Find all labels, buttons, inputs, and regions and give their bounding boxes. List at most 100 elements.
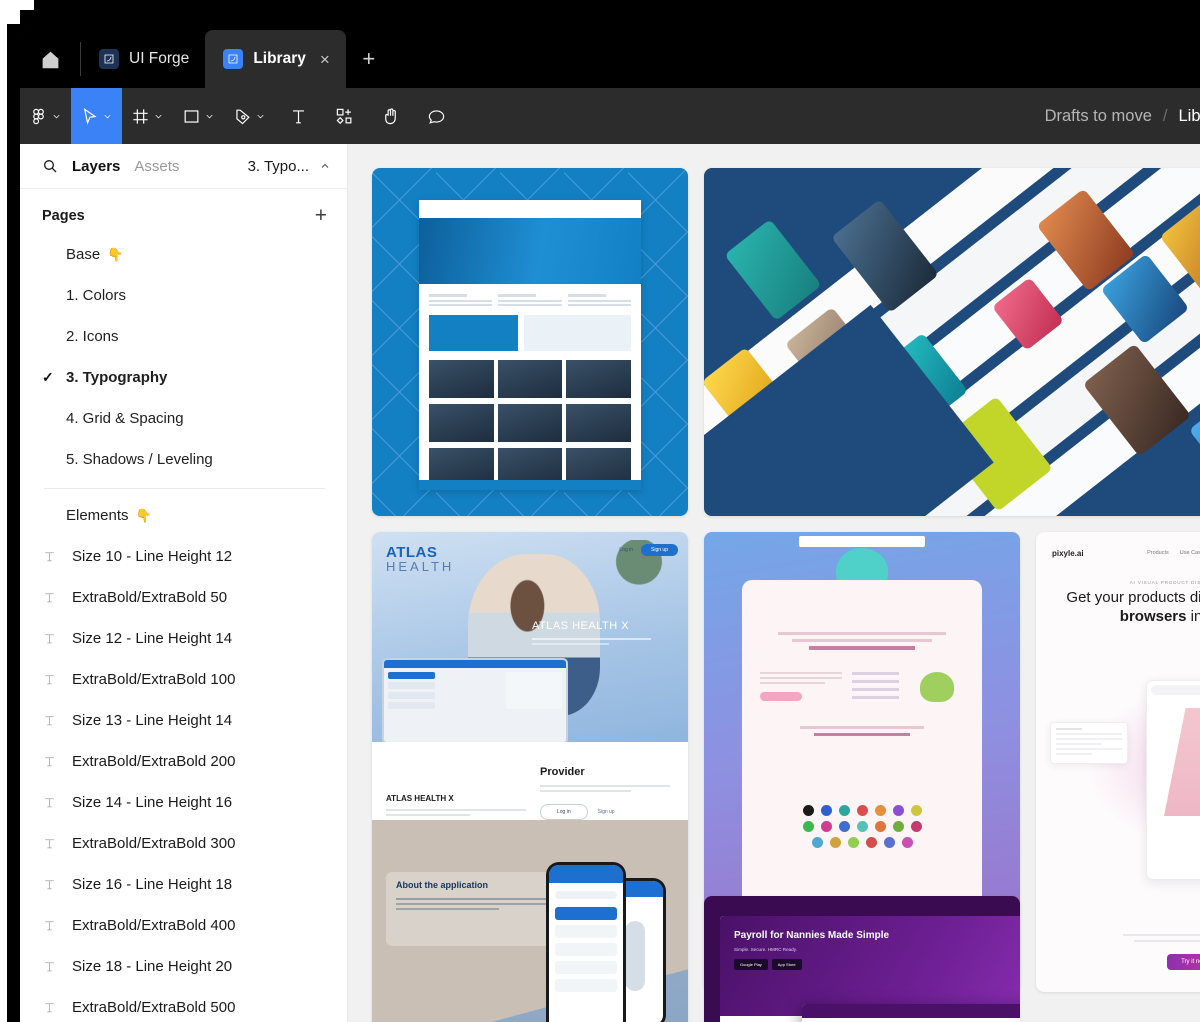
atlas-logo: ATLAS HEALTH [386,544,454,574]
canvas[interactable]: ATLAS HEALTH Log in Sign up ATLAS HEALTH… [348,144,1200,1022]
left-panel: Layers Assets 3. Typo... Pages + Base 👇 [20,144,348,1022]
text-tool-button[interactable] [275,88,321,144]
page-item-base[interactable]: Base 👇 [20,234,347,275]
layer-label: Size 12 - Line Height 14 [72,630,233,647]
tab-ui-forge[interactable]: UI Forge [81,30,206,88]
menu-button[interactable] [20,88,71,144]
home-button[interactable] [20,30,80,88]
nav-links[interactable]: Products Use Cases Resources Company [1147,550,1200,556]
headline-line-1: Get your products discovered and turn [1066,589,1200,606]
close-icon[interactable]: × [320,51,330,68]
tab-library[interactable]: Library × [205,30,346,88]
provider-login-button[interactable]: Log in [540,804,588,820]
login-link[interactable]: Log in [619,547,633,553]
page-selector-label: 3. Typo... [247,157,309,175]
breadcrumb-current[interactable]: Libr [1178,107,1200,126]
layer-row[interactable]: ExtraBold/ExtraBold 50 [20,577,347,618]
shape-rectangle-icon [184,109,199,123]
layer-label: Size 10 - Line Height 12 [72,548,233,565]
about-card: About the application [386,872,558,946]
layer-row[interactable]: ExtraBold/ExtraBold 500 [20,987,347,1022]
layer-label: ExtraBold/ExtraBold 500 [72,999,236,1016]
comment-tool-button[interactable] [413,88,459,144]
pen-tool-button[interactable] [224,88,275,144]
components-icon [336,108,351,124]
pixyle-footer: Try it now [1036,934,1200,970]
chevron-down-icon [53,114,60,118]
components-tool-button[interactable] [321,88,367,144]
text-layer-icon [42,550,56,563]
page-item-elements[interactable]: Elements 👇 [20,495,347,536]
google-play-badge[interactable]: Google Play [734,958,768,970]
point-down-emoji: 👇 [107,246,124,262]
thumbnail-mobile-screens-collage[interactable] [704,168,1200,516]
layers-list[interactable]: Size 10 - Line Height 12 ExtraBold/ExtraB… [20,536,347,1022]
layer-row[interactable]: ExtraBold/ExtraBold 200 [20,741,347,782]
page-label: 5. Shadows / Leveling [66,451,213,468]
shape-tool-button[interactable] [173,88,224,144]
text-layer-icon [42,837,56,850]
tab-layers[interactable]: Layers [72,158,120,175]
provider-title: Provider [540,766,585,778]
layer-row[interactable]: Size 16 - Line Height 18 [20,864,347,905]
pixyle-logo: pixyle.ai [1052,548,1084,558]
overlay-header [802,1004,1020,1018]
page-item-grid-spacing[interactable]: 4. Grid & Spacing [20,398,347,439]
text-layer-icon [42,960,56,973]
hand-tool-button[interactable] [367,88,413,144]
store-badges: Google Play App Store [734,958,1020,970]
page-item-shadows-leveling[interactable]: 5. Shadows / Leveling [20,439,347,480]
breadcrumb-parent[interactable]: Drafts to move [1045,107,1152,126]
add-page-button[interactable]: + [315,205,327,226]
page-item-typography[interactable]: ✓ 3. Typography [20,357,347,398]
frame-tool-button[interactable] [122,88,173,144]
app-store-badge[interactable]: App Store [771,958,802,970]
signup-button[interactable]: Sign up [641,544,678,556]
thumbnail-nanny-payroll-landing[interactable]: Payroll for Nannies Made Simple Simple. … [704,896,1020,1022]
move-tool-button[interactable] [71,88,122,144]
layer-label: ExtraBold/ExtraBold 400 [72,917,236,934]
new-tab-button[interactable]: + [346,30,392,88]
logo-line-2: HEALTH [386,559,455,574]
text-layer-icon [42,796,56,809]
layer-row[interactable]: Size 18 - Line Height 20 [20,946,347,987]
thumbnail-atlas-health-landing[interactable]: ATLAS HEALTH Log in Sign up ATLAS HEALTH… [372,532,688,1022]
move-cursor-icon [83,107,97,125]
page-sheet [742,580,982,940]
layer-row[interactable]: Size 10 - Line Height 12 [20,536,347,577]
try-it-now-button[interactable]: Try it now [1167,954,1200,970]
chevron-down-icon [206,114,213,118]
tab-assets[interactable]: Assets [134,158,179,175]
layer-label: ExtraBold/ExtraBold 200 [72,753,236,770]
layer-label: Size 13 - Line Height 14 [72,712,233,729]
search-icon[interactable] [42,158,58,174]
layer-row[interactable]: ExtraBold/ExtraBold 300 [20,823,347,864]
chevron-down-icon [155,114,162,118]
thumbnail-pixyle-ai-landing[interactable]: pixyle.ai Products Use Cases Resources C… [1036,532,1200,992]
layer-row[interactable]: Size 13 - Line Height 14 [20,700,347,741]
nav-link-products[interactable]: Products [1147,550,1169,556]
home-icon [42,51,58,68]
page-label: Base [66,246,101,263]
layer-row[interactable]: ExtraBold/ExtraBold 100 [20,659,347,700]
page-selector[interactable]: 3. Typo... [248,158,331,175]
layer-row[interactable]: ExtraBold/ExtraBold 400 [20,905,347,946]
layer-row[interactable]: Size 14 - Line Height 16 [20,782,347,823]
toolbar: Drafts to move / Libr [20,88,1200,144]
page-item-icons[interactable]: 2. Icons [20,316,347,357]
check-icon: ✓ [42,369,54,385]
headline-middle: into [1190,607,1200,625]
nav-link-use-cases[interactable]: Use Cases [1180,550,1200,556]
hand-icon [384,107,396,124]
attribute-card-left [1050,722,1128,764]
page-label: 4. Grid & Spacing [66,410,184,427]
layer-row[interactable]: Size 12 - Line Height 14 [20,618,347,659]
page-item-colors[interactable]: 1. Colors [20,275,347,316]
provider-signup-link[interactable]: Sign up [598,809,615,815]
thumbnail-industrial-landing-page[interactable] [372,168,688,516]
breadcrumb-separator: / [1162,106,1168,125]
phone-mockup-front [546,862,626,1022]
pixyle-nav: pixyle.ai Products Use Cases Resources C… [1036,532,1200,574]
tab-label: Library [253,50,306,67]
layer-label: Size 16 - Line Height 18 [72,876,233,893]
